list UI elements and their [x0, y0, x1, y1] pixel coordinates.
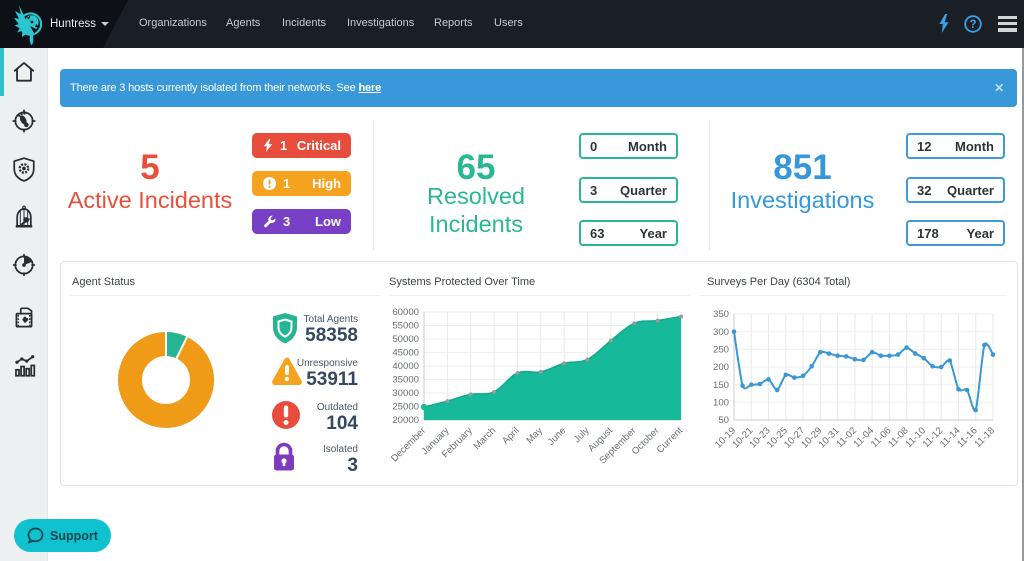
svg-text:150: 150	[713, 380, 729, 391]
svg-text:100: 100	[713, 398, 729, 409]
svg-text:350: 350	[713, 309, 729, 320]
svg-text:250: 250	[713, 345, 729, 356]
svg-text:50: 50	[718, 415, 729, 426]
svg-text:200: 200	[713, 362, 729, 373]
svg-text:300: 300	[713, 327, 729, 338]
svg-text:11-18: 11-18	[972, 425, 997, 450]
